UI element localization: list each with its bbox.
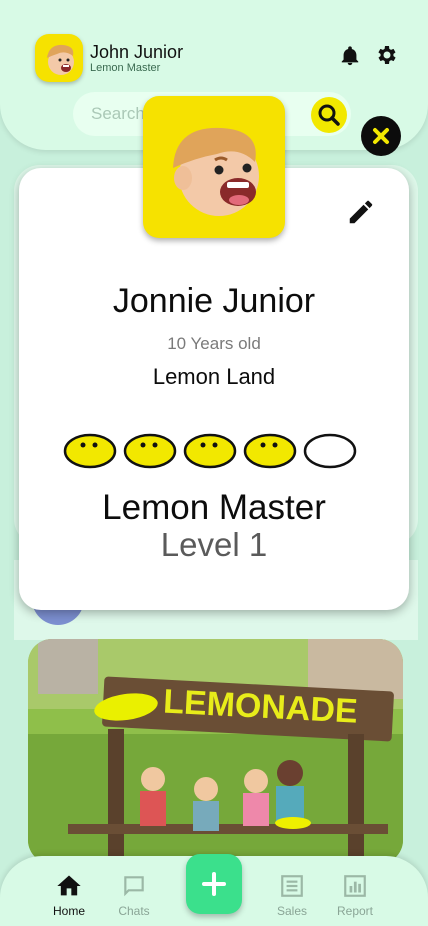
plus-icon bbox=[202, 872, 226, 896]
lemon-filled-icon bbox=[183, 433, 237, 469]
profile-rank-title: Lemon Master bbox=[102, 488, 326, 527]
lemon-filled-icon bbox=[123, 433, 177, 469]
lemonade-stand-image: LEMONADE bbox=[28, 639, 403, 864]
close-icon bbox=[373, 128, 389, 144]
profile-level: Level 1 bbox=[160, 526, 268, 563]
lemonade-stand-photo[interactable]: LEMONADE bbox=[28, 639, 403, 864]
search-placeholder: Search bbox=[91, 104, 145, 123]
nav-item-sales[interactable]: Sales bbox=[262, 872, 322, 918]
nav-item-chats[interactable]: Chats bbox=[104, 872, 164, 918]
header-user-role: Lemon Master bbox=[90, 62, 161, 74]
home-icon bbox=[57, 875, 81, 896]
profile-avatar bbox=[143, 96, 285, 238]
profile-name: Jonnie Junior bbox=[112, 282, 316, 320]
bell-icon[interactable] bbox=[339, 45, 361, 67]
sales-icon bbox=[281, 875, 303, 897]
nav-label-chats: Chats bbox=[118, 904, 150, 918]
header-user-name: John Junior bbox=[90, 42, 184, 62]
profile-location: Lemon Land bbox=[152, 364, 276, 389]
report-icon bbox=[344, 875, 366, 897]
kid-face-icon bbox=[47, 44, 74, 75]
profile-age: 10 Years old bbox=[167, 334, 261, 353]
edit-pencil-icon[interactable] bbox=[346, 197, 376, 227]
chat-icon bbox=[124, 876, 144, 897]
close-button[interactable] bbox=[361, 116, 401, 156]
gear-icon[interactable] bbox=[375, 43, 399, 67]
user-avatar[interactable] bbox=[35, 34, 83, 82]
search-button[interactable] bbox=[311, 97, 347, 133]
lemon-empty-icon bbox=[303, 433, 357, 469]
nav-label-report: Report bbox=[336, 904, 374, 918]
nav-label-sales: Sales bbox=[276, 904, 308, 918]
lemon-rating bbox=[63, 433, 357, 469]
nav-label-home: Home bbox=[52, 904, 85, 918]
nav-item-report[interactable]: Report bbox=[325, 872, 385, 918]
lemon-filled-icon bbox=[243, 433, 297, 469]
add-button[interactable] bbox=[186, 854, 242, 914]
kid-face-icon bbox=[173, 127, 259, 216]
nav-item-home[interactable]: Home bbox=[39, 872, 99, 918]
search-icon bbox=[318, 104, 340, 126]
lemon-filled-icon bbox=[63, 433, 117, 469]
